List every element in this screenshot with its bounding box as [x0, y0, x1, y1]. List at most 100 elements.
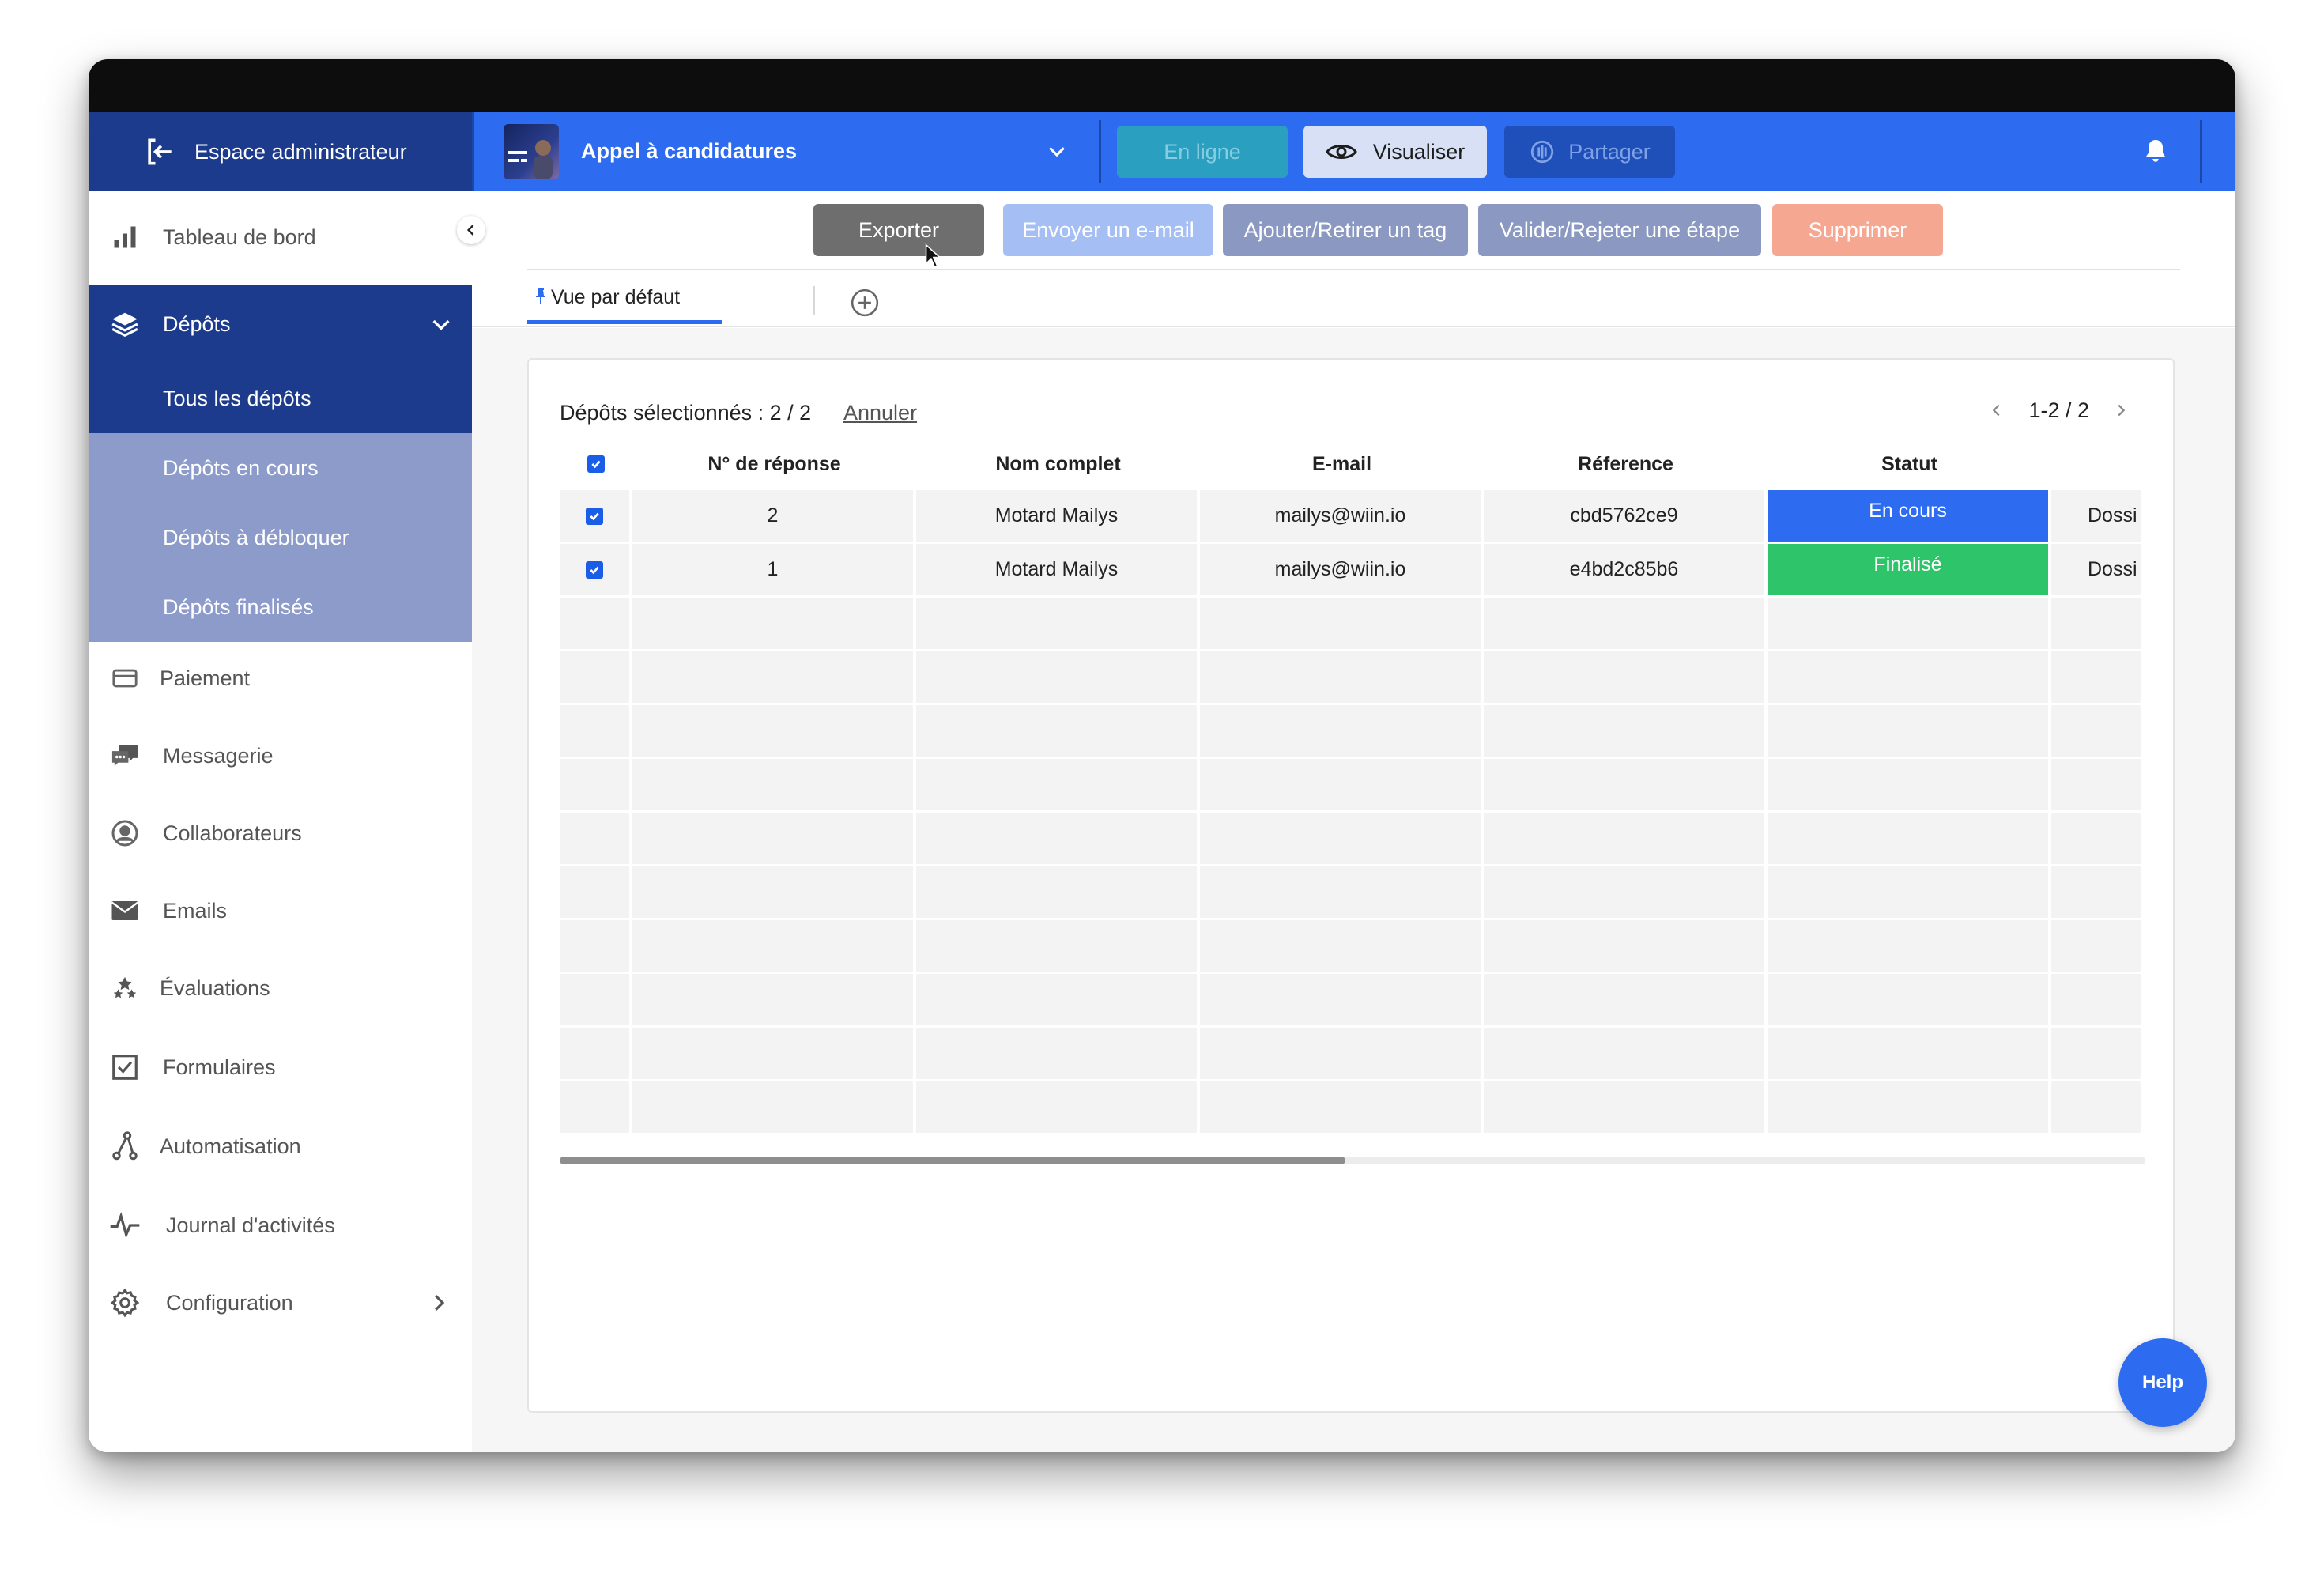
pagination: 1-2 / 2	[1984, 398, 2133, 423]
table-row[interactable]: 1 Motard Mailys mailys@wiin.io e4bd2c85b…	[560, 544, 2145, 598]
sidebar-subitem-label: Dépôts en cours	[163, 455, 319, 480]
column-header[interactable]: N° de réponse	[632, 438, 916, 490]
table-header: N° de réponse Nom complet E-mail Réferen…	[560, 438, 2145, 490]
next-page-button[interactable]	[2108, 398, 2133, 423]
sidebar-subitem-label: Dépôts à débloquer	[163, 525, 349, 549]
cell-email: mailys@wiin.io	[1200, 544, 1484, 598]
cell-email: mailys@wiin.io	[1200, 490, 1484, 544]
layers-icon	[109, 308, 141, 340]
table-empty-row	[560, 598, 2145, 651]
share-icon	[1531, 140, 1554, 164]
validate-reject-step-button[interactable]: Valider/Rejeter une étape	[1478, 204, 1761, 256]
sidebar-item-emails[interactable]: Emails	[89, 881, 472, 941]
sidebar-item-depots[interactable]: Dépôts	[89, 285, 472, 364]
sidebar-item-label: Emails	[163, 898, 228, 923]
sidebar-item-label: Journal d'activités	[166, 1213, 335, 1237]
sidebar-item-label: Paiement	[160, 666, 251, 690]
scrollbar-thumb[interactable]	[560, 1157, 1345, 1164]
sidebar-item-activity-log[interactable]: Journal d'activités	[89, 1195, 472, 1255]
action-area: Exporter Envoyer un e-mail Ajouter/Retir…	[472, 191, 2235, 328]
sidebar-item-messaging[interactable]: Messagerie	[89, 726, 472, 786]
table-empty-row	[560, 813, 2145, 866]
export-button[interactable]: Exporter	[813, 204, 984, 256]
column-header[interactable]: Statut	[1768, 438, 2051, 490]
sidebar-item-automation[interactable]: Automatisation	[89, 1116, 472, 1176]
table-empty-row	[560, 974, 2145, 1028]
sidebar-item-evaluations[interactable]: Évaluations	[89, 958, 472, 1018]
chevron-left-icon	[466, 225, 474, 236]
status-badge: Finalisé	[1768, 544, 2051, 598]
select-all-checkbox[interactable]	[587, 455, 605, 473]
table-empty-row	[560, 920, 2145, 974]
send-email-button[interactable]: Envoyer un e-mail	[1003, 204, 1213, 256]
sidebar-item-label: Tableau de bord	[163, 225, 316, 249]
sidebar-item-dashboard[interactable]: Tableau de bord	[89, 204, 472, 270]
chevron-down-icon[interactable]	[1045, 139, 1069, 163]
pin-icon	[536, 288, 545, 304]
share-button[interactable]: Partager	[1504, 126, 1675, 178]
delete-button[interactable]: Supprimer	[1772, 204, 1943, 256]
sidebar-item-configuration[interactable]: Configuration	[89, 1273, 472, 1333]
sidebar-subitem-all-depots[interactable]: Tous les dépôts	[89, 364, 472, 433]
form-thumbnail[interactable]	[504, 124, 559, 179]
cell-file: Dossi	[2051, 490, 2145, 544]
view-button-label: Visualiser	[1372, 139, 1466, 164]
sidebar-item-label: Évaluations	[160, 976, 270, 1000]
main-content: Exporter Envoyer un e-mail Ajouter/Retir…	[472, 191, 2235, 1452]
sidebar-item-label: Dépôts	[163, 311, 231, 336]
sidebar-item-collaborators[interactable]: Collaborateurs	[89, 803, 472, 863]
prev-page-button[interactable]	[1984, 398, 2009, 423]
sidebar-subitem-depots-in-progress[interactable]: Dépôts en cours	[89, 433, 472, 503]
online-button[interactable]: En ligne	[1117, 126, 1288, 178]
table-empty-row	[560, 1081, 2145, 1135]
sidebar-item-forms[interactable]: Formulaires	[89, 1037, 472, 1097]
stars-icon	[109, 972, 141, 1004]
cell-response-number: 1	[632, 544, 916, 598]
cancel-selection-link[interactable]: Annuler	[843, 401, 917, 425]
help-button[interactable]: Help	[2118, 1338, 2207, 1427]
sidebar-subitem-depots-finalized[interactable]: Dépôts finalisés	[89, 572, 472, 642]
sidebar-item-label: Collaborateurs	[163, 821, 302, 845]
sidebar-subitem-depots-to-unlock[interactable]: Dépôts à débloquer	[89, 503, 472, 572]
sidebar-item-payment[interactable]: Paiement	[89, 648, 472, 708]
exit-icon	[148, 138, 172, 165]
add-view-icon[interactable]	[850, 288, 880, 318]
column-header[interactable]: E-mail	[1200, 438, 1484, 490]
admin-space-link[interactable]: Espace administrateur	[89, 112, 472, 191]
bell-icon[interactable]	[2141, 138, 2170, 166]
column-header[interactable]	[2051, 438, 2145, 490]
sidebar-item-label: Formulaires	[163, 1055, 276, 1079]
add-remove-tag-button[interactable]: Ajouter/Retirer un tag	[1223, 204, 1468, 256]
table-empty-row	[560, 759, 2145, 813]
tab-default-view[interactable]: Vue par défaut	[527, 285, 722, 324]
column-header[interactable]: Réference	[1484, 438, 1768, 490]
horizontal-scrollbar[interactable]	[560, 1157, 2145, 1164]
select-all-cell	[560, 438, 632, 490]
row-select-cell	[560, 544, 632, 598]
topbar-divider	[1099, 120, 1101, 183]
eye-icon	[1325, 145, 1357, 159]
checkbox-icon	[109, 1051, 141, 1083]
chat-icon	[109, 740, 141, 772]
row-checkbox[interactable]	[586, 507, 603, 525]
sidebar: Tableau de bord Dépôts Tous les dépôts D…	[89, 191, 472, 1452]
envelope-icon	[109, 895, 141, 927]
user-circle-icon	[109, 817, 141, 849]
gear-icon	[109, 1287, 141, 1319]
column-header[interactable]: Nom complet	[916, 438, 1200, 490]
row-checkbox[interactable]	[586, 560, 603, 579]
view-button[interactable]: Visualiser	[1303, 126, 1487, 178]
form-title[interactable]: Appel à candidatures	[581, 139, 797, 164]
selection-count: Dépôts sélectionnés : 2 / 2	[560, 401, 812, 425]
app-window: Espace administrateur Appel à candidatur…	[89, 59, 2235, 1452]
cell-file: Dossi	[2051, 544, 2145, 598]
sidebar-item-label: Messagerie	[163, 743, 274, 768]
sidebar-collapse-button[interactable]	[457, 216, 485, 244]
tab-separator	[813, 286, 815, 315]
topbar-separator	[472, 112, 474, 191]
share-button-label: Partager	[1568, 139, 1651, 164]
card-icon	[109, 662, 141, 694]
cell-reference: cbd5762ce9	[1484, 490, 1768, 544]
table-empty-row	[560, 1028, 2145, 1081]
table-row[interactable]: 2 Motard Mailys mailys@wiin.io cbd5762ce…	[560, 490, 2145, 544]
